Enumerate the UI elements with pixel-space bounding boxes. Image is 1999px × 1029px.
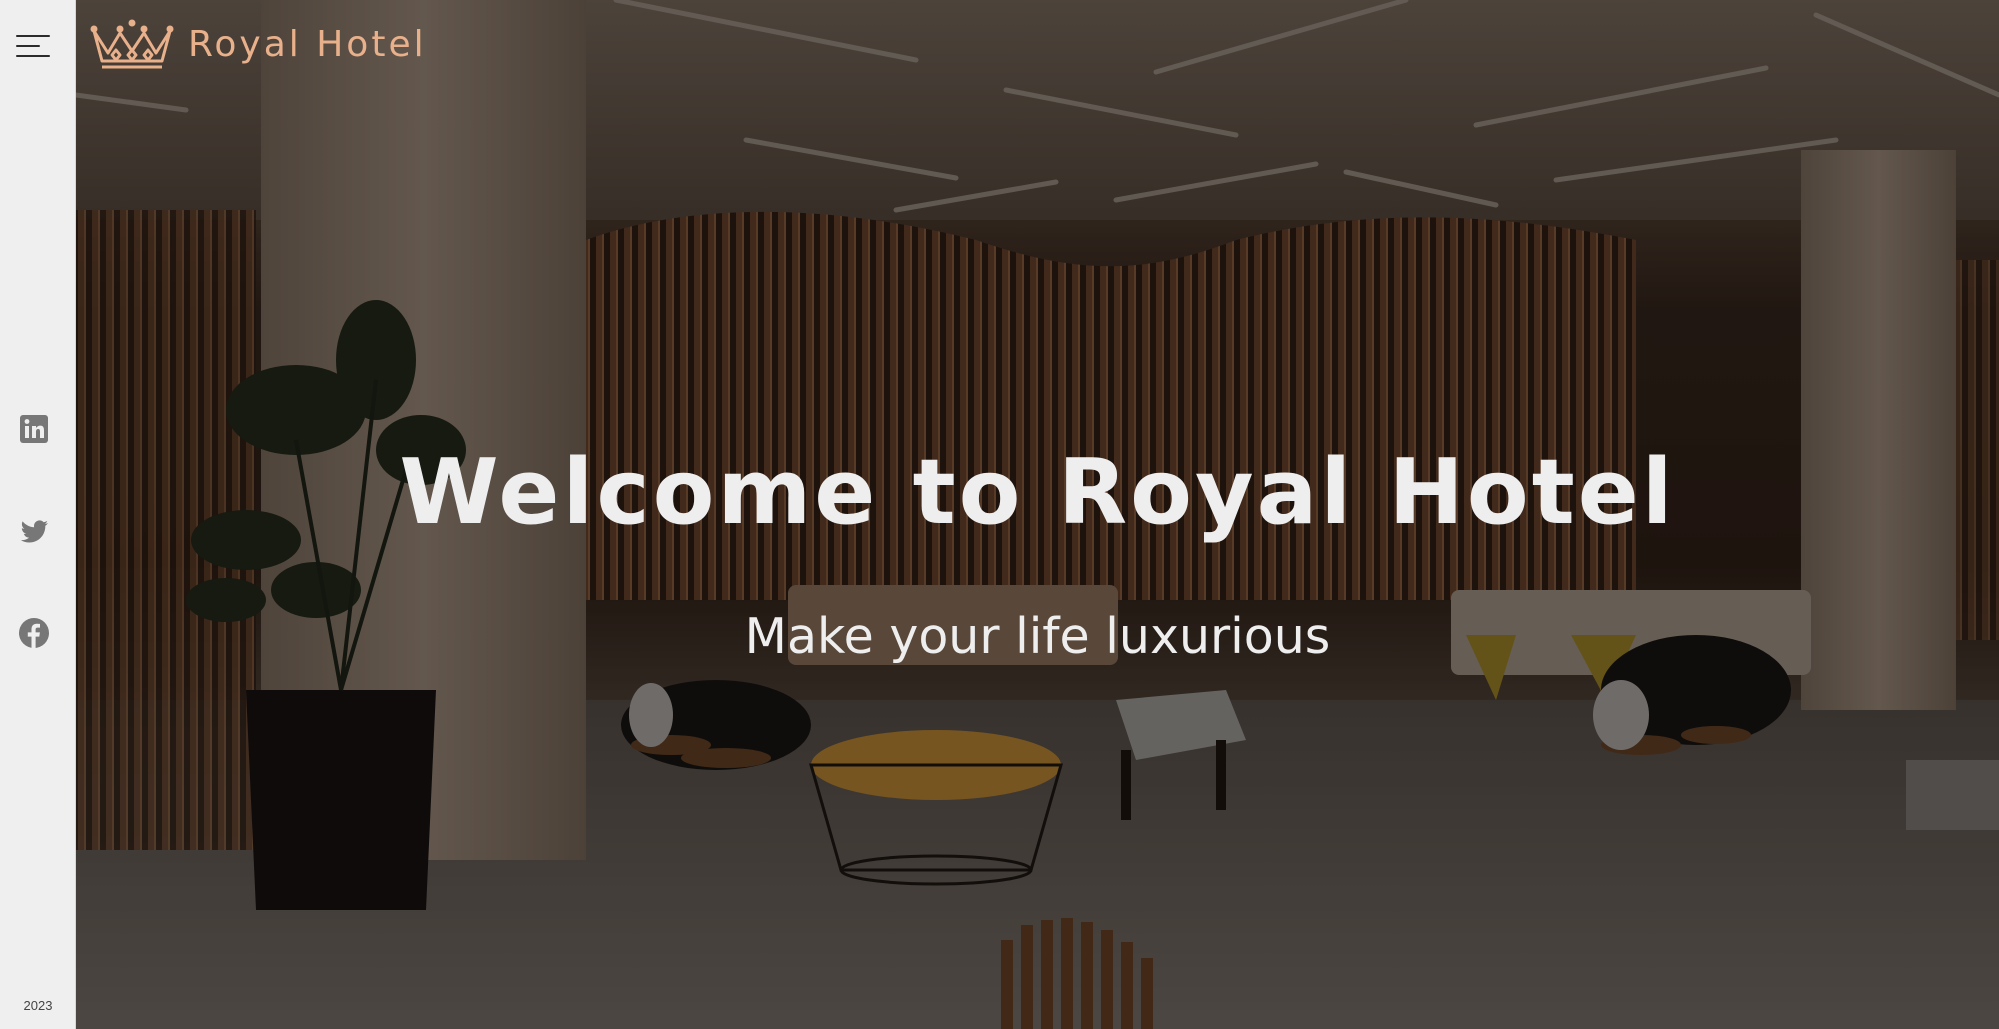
linkedin-link[interactable] [18,413,50,445]
crown-icon [90,19,174,69]
facebook-link[interactable] [18,617,50,649]
brand-logo[interactable]: Royal Hotel [88,14,427,74]
hero-subtitle: Make your life luxurious [744,608,1331,665]
sidebar: 2023 [0,0,76,1029]
hero-title: Welcome to Royal Hotel [399,440,1676,545]
facebook-icon [19,618,49,648]
menu-line-middle [16,45,40,47]
hero-section: Royal Hotel Welcome to Royal Hotel Make … [76,0,1999,1029]
brand-name: Royal Hotel [188,23,427,65]
menu-line-bottom [16,55,50,57]
linkedin-icon [20,415,48,443]
twitter-icon [20,520,48,543]
hamburger-menu-button[interactable] [16,31,52,59]
menu-line-top [16,35,50,37]
copyright-year: 2023 [23,998,53,1013]
twitter-link[interactable] [18,515,50,547]
